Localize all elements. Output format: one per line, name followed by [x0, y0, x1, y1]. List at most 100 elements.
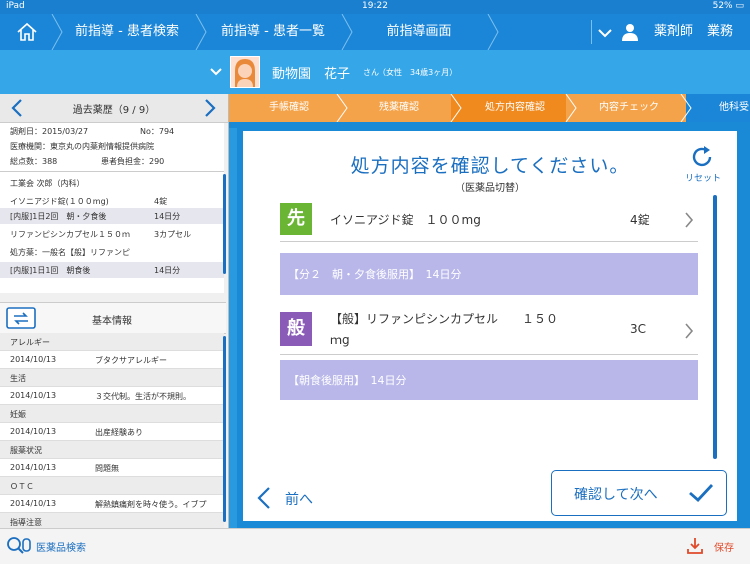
drug-badge-brand: 先	[280, 203, 312, 235]
breadcrumb-guidance-screen[interactable]: 前指導画面	[356, 14, 482, 50]
nav-bar: 前指導 - 患者検索 前指導 - 患者一覧 前指導画面 薬剤師 業務	[0, 14, 750, 50]
drug-item[interactable]: 先 イソニアジド錠 １００mg 4錠	[280, 199, 698, 242]
history-row-text: イソニアジド錠(１００mg)	[10, 197, 109, 206]
patient-name: 動物園 花子	[272, 67, 351, 82]
facility: 医療機関：東京丸の内薬剤情報提供病院	[10, 142, 154, 151]
history-row-text: [内服]1日1回 朝食後	[10, 266, 91, 275]
confirm-next-label: 確認して次へ	[574, 487, 658, 503]
basic-info-row: 2014/10/13 出産経験あり	[0, 423, 224, 441]
step-prescription-check[interactable]: 処方内容確認	[465, 94, 565, 122]
category-label: 服薬状況	[10, 446, 42, 455]
breadcrumb-patient-search[interactable]: 前指導 - 患者検索	[64, 14, 190, 50]
home-icon	[17, 22, 37, 41]
history-row: 処方薬：一般名【般】リファンピ	[0, 244, 224, 260]
breadcrumb-patient-list[interactable]: 前指導 - 患者一覧	[210, 14, 336, 50]
dispense-date: 調剤日：2015/03/27	[10, 127, 89, 136]
category-label: 指導注意	[10, 518, 42, 527]
prescription-card: 処方内容を確認してください。 （医薬品切替） リセット 先 イソニアジド錠 １０…	[243, 131, 737, 521]
basic-info-row: 2014/10/13 ３交代制。生活が不規則。	[0, 387, 224, 405]
patient-details: （女性 34歳3ヶ月）	[378, 68, 458, 77]
save-button[interactable]: 保存	[686, 535, 746, 557]
history-row: [内服]1日1回 朝食後 14日分	[0, 262, 224, 278]
step-notebook-check[interactable]: 手帳確認	[241, 94, 337, 122]
total-points: 総点数：388	[10, 157, 58, 166]
home-button[interactable]	[0, 14, 54, 50]
chevron-right-icon	[685, 212, 694, 228]
chevron-right-icon[interactable]	[203, 99, 217, 117]
basic-scrollbar[interactable]	[223, 336, 226, 522]
bottom-bar: 医薬品検索 保存	[0, 528, 750, 564]
drug-search-label: 医薬品検索	[36, 543, 86, 554]
left-accent	[229, 128, 237, 528]
battery-level: 52% ▭	[712, 1, 744, 11]
basic-info-category: 生活	[0, 369, 224, 387]
chevron-left-icon	[257, 487, 270, 509]
step-content-check[interactable]: 内容チェック	[579, 94, 679, 122]
confirm-next-button[interactable]: 確認して次へ	[551, 470, 727, 516]
back-button[interactable]: 前へ	[255, 483, 335, 513]
card-title: 処方内容を確認してください。	[350, 155, 630, 177]
user-role[interactable]: 薬剤師	[654, 14, 693, 50]
reset-icon	[692, 146, 712, 167]
prescriber: 工業会 次郎（内科）	[10, 179, 85, 188]
info-text: ３交代制。生活が不規則。	[95, 392, 191, 401]
record-number: No：794	[140, 127, 175, 136]
card-subtitle: （医薬品切替）	[455, 183, 525, 194]
status-bar: iPad 19:22 52% ▭	[0, 0, 750, 14]
usage-bar: 【分２ 朝・夕食後服用】 14日分	[280, 253, 698, 295]
history-row-text: 処方薬：一般名【般】リファンピ	[10, 248, 130, 257]
history-row-text: [内服]1日2回 朝・夕食後	[10, 212, 107, 221]
patient-avatar	[230, 56, 260, 88]
drug-badge-generic: 般	[280, 312, 312, 346]
drug-search-icon	[7, 537, 31, 554]
usage-bar: 【朝食後服用】 14日分	[280, 360, 698, 400]
patient-bar: 動物園 花子 さん （女性 34歳3ヶ月）	[0, 50, 750, 94]
info-text: ブタクサアレルギー	[95, 356, 167, 365]
drug-item[interactable]: 般 【般】リファンピシンカプセル １５０ ｍg 3C	[280, 306, 698, 355]
usage-text: 【分２ 朝・夕食後服用】 14日分	[288, 268, 462, 281]
chevron-down-icon[interactable]	[210, 68, 222, 76]
history-scrollbar[interactable]	[223, 174, 226, 274]
info-date: 2014/10/13	[10, 355, 57, 364]
step-tabs: 手帳確認 残薬確認 処方内容確認 内容チェック 他科受	[229, 94, 750, 122]
category-label: ＯＴＣ	[10, 482, 34, 491]
drug-name-cont: ｍg	[330, 333, 350, 347]
history-title: 過去薬歴（9 / 9）	[72, 105, 156, 116]
history-row: リファンピシンカプセル１５０ｍ 3カプセル	[0, 226, 224, 242]
chevron-down-icon[interactable]	[598, 28, 612, 38]
step-other-dept[interactable]: 他科受	[693, 94, 750, 122]
history-row: イソニアジド錠(１００mg) 4錠	[0, 193, 224, 209]
menu-business[interactable]: 業務	[707, 14, 733, 50]
basic-info-row: 2014/10/13 解熱鎮痛剤を時々使う。イブプ	[0, 495, 224, 513]
info-date: 2014/10/13	[10, 499, 57, 508]
basic-info-title: 基本情報	[92, 316, 132, 327]
divider	[591, 20, 592, 44]
basic-info-category: ＯＴＣ	[0, 477, 224, 495]
user-icon[interactable]	[621, 23, 639, 41]
drug-search-button[interactable]: 医薬品検索	[6, 535, 116, 557]
history-row-value: 14日分	[154, 212, 181, 221]
info-text: 出産経験あり	[95, 428, 143, 437]
card-scrollbar[interactable]	[713, 195, 717, 459]
clock: 19:22	[362, 1, 388, 11]
category-label: アレルギー	[10, 338, 50, 347]
history-row: [内服]1日2回 朝・夕食後 14日分	[0, 208, 224, 224]
info-date: 2014/10/13	[10, 391, 57, 400]
reset-button[interactable]: リセット	[679, 143, 727, 184]
basic-info-row: 2014/10/13 ブタクサアレルギー	[0, 351, 224, 369]
drug-name: イソニアジド錠 １００mg	[330, 213, 481, 227]
sync-icon[interactable]	[6, 307, 36, 329]
info-date: 2014/10/13	[10, 427, 57, 436]
history-header: 過去薬歴（9 / 9）	[0, 94, 228, 123]
copay: 患者負担金：290	[101, 157, 165, 166]
download-icon	[687, 538, 703, 554]
basic-info-category: 妊娠	[0, 405, 224, 423]
basic-info-header: 基本情報	[0, 302, 226, 334]
info-date: 2014/10/13	[10, 463, 57, 472]
save-label: 保存	[714, 543, 734, 554]
reset-label: リセット	[684, 174, 721, 184]
step-leftover-check[interactable]: 残薬確認	[351, 94, 447, 122]
chevron-right-icon	[685, 323, 694, 339]
back-label: 前へ	[285, 492, 313, 508]
chevron-left-icon[interactable]	[10, 99, 24, 117]
